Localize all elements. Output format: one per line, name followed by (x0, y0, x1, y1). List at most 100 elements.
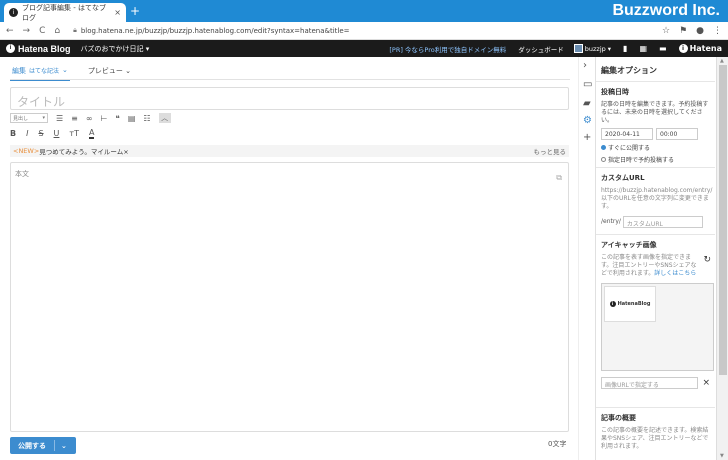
date-input[interactable]: 2020-04-11 (601, 128, 653, 140)
tab-close-icon[interactable]: × (114, 8, 121, 17)
blog-name: バズのおでかけ日記 (80, 44, 144, 53)
plus-icon[interactable]: + (583, 132, 591, 143)
avatar (573, 44, 583, 53)
blog-selector[interactable]: バズのおでかけ日記 ▾ (81, 44, 150, 54)
heading-select[interactable]: 見出し ▾ (10, 113, 48, 123)
radio-checked-icon (601, 145, 606, 150)
radio-schedule[interactable]: 指定日時で予約投稿する (601, 155, 710, 164)
eyecatch-thumbnail[interactable]: i HatenaBlog (604, 286, 656, 322)
learn-more-link[interactable]: 詳しくはこちら (654, 270, 696, 277)
syntax-label: はてな記法 (29, 68, 60, 75)
font-size-icon[interactable]: ᴛT (69, 129, 79, 138)
account-icon[interactable]: ● (696, 26, 704, 36)
definition-list-icon[interactable]: ☷ (143, 114, 150, 123)
notice-link[interactable]: 見つめてみよう。マイルーム× (39, 146, 128, 156)
hatena-link[interactable]: i Hatena (678, 44, 722, 53)
scroll-up-icon[interactable]: ▲ (720, 58, 724, 64)
bookmark-icon[interactable]: ▮ (623, 44, 627, 53)
editor-toolbar-2: B I S U ᴛT A (10, 128, 95, 139)
scrollbar-thumb[interactable] (719, 65, 727, 375)
heading-caret-icon: ▾ (42, 115, 45, 121)
lock-icon: 🔒︎ (73, 26, 77, 34)
address-bar: ← → C ⌂ 🔒︎ blog.hatena.ne.jp/buzzjp/buzz… (0, 22, 728, 40)
section-heading: カスタムURL (601, 174, 645, 182)
expand-editor-icon[interactable]: ⧉ (556, 173, 562, 183)
more-link[interactable]: もっと見る (534, 146, 567, 156)
url-help: https://buzzjp.hatenablog.com/entry/以下のU… (601, 187, 713, 210)
time-input[interactable]: 00:00 (656, 128, 698, 140)
notice-bar: <NEW> 見つめてみよう。マイルーム× もっと見る (10, 145, 569, 157)
eyecatch-section: アイキャッチ画像 ↻ この記事を表す画像を指定できます。注目エントリーやSNSシ… (596, 235, 715, 408)
browser-tab-bar: i ブログ記事編集 - はてなブログ × + Buzzword Inc. (0, 0, 728, 22)
hatena-logo-icon: i (609, 301, 616, 307)
url-prefix: /entry/ (601, 218, 621, 225)
user-caret-icon: ▾ (607, 44, 612, 53)
bold-icon[interactable]: B (10, 129, 16, 138)
numbered-list-icon[interactable]: ≡ (71, 114, 78, 123)
horizontal-rule-icon[interactable]: ⊢ (101, 114, 108, 123)
back-icon[interactable]: ← (6, 26, 14, 36)
panel-title: 編集オプション (596, 57, 715, 82)
italic-icon[interactable]: I (26, 129, 28, 138)
custom-url-section: カスタムURL https://buzzjp.hatenablog.com/en… (596, 168, 715, 235)
clear-icon[interactable]: × (702, 378, 710, 388)
character-count: 0文字 (548, 440, 567, 448)
publish-button[interactable]: 公開する ⌄ (10, 437, 76, 454)
user-name: buzzjp (584, 44, 606, 53)
grid-menu-icon[interactable]: ▦ (639, 44, 647, 53)
photo-icon[interactable]: ▭ (583, 79, 592, 90)
dashboard-link[interactable]: ダッシュボード (518, 44, 564, 54)
summary-help: この記事の概要を記述できます。検索結果やSNSシェア、注目エントリーなどで利用さ… (601, 427, 709, 450)
strikethrough-icon[interactable]: S (38, 129, 43, 138)
section-heading: 記事の概要 (601, 414, 636, 422)
forward-icon[interactable]: → (23, 26, 31, 36)
home-icon[interactable]: ⌂ (54, 26, 60, 36)
custom-url-input[interactable]: カスタムURL (622, 216, 703, 228)
text-color-icon[interactable]: A (88, 128, 95, 139)
new-badge: <NEW> (13, 147, 40, 155)
radio-label: 指定日時で予約投稿する (608, 157, 675, 164)
image-url-input[interactable]: 画像URLで指定する (601, 377, 699, 389)
scroll-down-icon[interactable]: ▼ (720, 453, 724, 459)
blog-caret-icon: ▾ (145, 44, 150, 53)
hatena-text: Hatena (689, 44, 722, 53)
bullet-list-icon[interactable]: ☰ (56, 114, 63, 123)
gear-icon[interactable]: ⚙ (583, 115, 592, 126)
extension-icon[interactable]: ⚑ (679, 26, 687, 36)
url-field[interactable]: 🔒︎ blog.hatena.ne.jp/buzzjp/buzzjp.haten… (73, 26, 653, 35)
publish-options-icon[interactable]: ⌄ (55, 442, 73, 450)
radio-publish-now[interactable]: すぐに公開する (601, 143, 710, 152)
hatena-header: i Hatena Blog バズのおでかけ日記 ▾ [PR] 今ならPro利用で… (0, 40, 728, 57)
user-menu[interactable]: buzzjp ▾ (573, 44, 612, 53)
tab-edit-label: 編集 (12, 67, 26, 75)
eyecatch-help: この記事を表す画像を指定できます。注目エントリーやSNSシェアなどで利用されます… (601, 254, 701, 278)
quote-icon[interactable]: ❝ (116, 114, 120, 123)
reload-icon[interactable]: C (39, 26, 45, 36)
link-icon[interactable]: ∞ (86, 114, 93, 123)
bookmark-star-icon[interactable]: ☆ (662, 26, 670, 36)
browser-menu-icon[interactable]: ⋮ (713, 26, 722, 36)
watermark-text: Buzzword Inc. (612, 2, 720, 19)
new-tab-button[interactable]: + (130, 4, 140, 18)
browser-tab[interactable]: i ブログ記事編集 - はてなブログ × (4, 3, 126, 22)
collapse-toolbar-icon[interactable]: ︿ (158, 113, 171, 123)
title-input[interactable]: タイトル (10, 87, 569, 110)
hatena-blog-logo[interactable]: i Hatena Blog (6, 44, 71, 54)
section-heading: 投稿日時 (601, 88, 629, 96)
preview-caret-icon: ⌄ (125, 67, 131, 75)
body-placeholder: 本文 (15, 170, 29, 178)
folder-icon[interactable]: ▰ (583, 98, 591, 109)
table-icon[interactable]: ▤ (128, 114, 136, 123)
hatena-favicon-icon: i (9, 8, 18, 17)
publish-label: 公開する (18, 441, 46, 450)
collapse-panel-icon[interactable]: › (583, 60, 587, 71)
eyecatch-image-list[interactable]: i HatenaBlog (601, 283, 714, 371)
notification-icon[interactable]: ▬ (659, 44, 667, 53)
refresh-icon[interactable]: ↻ (703, 255, 711, 265)
body-textarea[interactable]: 本文 ⧉ (10, 162, 569, 432)
promo-link[interactable]: [PR] 今ならPro利用で独自ドメイン無料 (389, 44, 506, 54)
underline-icon[interactable]: U (54, 129, 60, 138)
heading-select-label: 見出し (13, 115, 29, 122)
hatena-mark-icon: i (678, 44, 688, 53)
panel-scrollbar[interactable]: ▲ ▼ (716, 57, 728, 460)
